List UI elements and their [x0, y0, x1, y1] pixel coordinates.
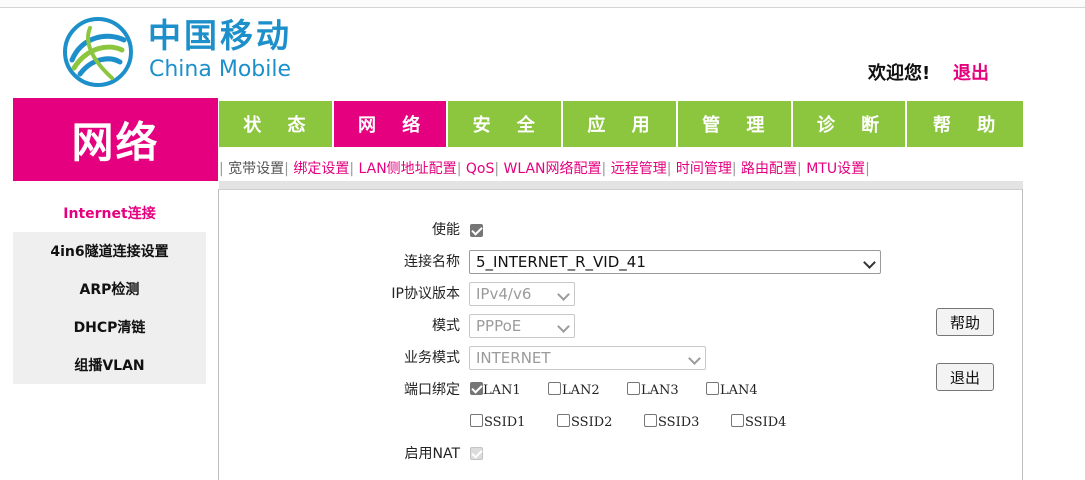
help-button[interactable]: 帮助 [936, 308, 994, 336]
lan1-label: LAN1 [483, 383, 521, 398]
lan3-checkbox[interactable] [627, 382, 640, 395]
sidebar-item-dhcp-clear[interactable]: DHCP清链 [13, 308, 206, 346]
lan3-label: LAN3 [641, 383, 679, 398]
mode-select[interactable]: PPPoE [469, 314, 575, 338]
ssid1-label: SSID1 [484, 415, 526, 430]
tab-security[interactable]: 安 全 [448, 101, 562, 147]
ip-version-label: IP协议版本 [391, 286, 460, 302]
content-panel: 使能 连接名称 5_INTERNET_R_VID_41 IP协议版本 IPv4/… [218, 189, 1023, 480]
lan4-label: LAN4 [720, 383, 758, 398]
lan2-checkbox[interactable] [548, 382, 561, 395]
subnav-qos[interactable]: QoS [466, 161, 494, 177]
subnav-mtu[interactable]: MTU设置 [806, 161, 865, 177]
subnav-broadband[interactable]: 宽带设置 [228, 161, 284, 177]
service-mode-label: 业务模式 [404, 350, 460, 366]
sidebar: Internet连接 4in6隧道连接设置 ARP检测 DHCP清链 组播VLA… [13, 194, 206, 384]
subnav-route-config[interactable]: 路由配置 [741, 161, 797, 177]
welcome-text: 欢迎您! [868, 63, 931, 84]
connection-name-value: 5_INTERNET_R_VID_41 [476, 253, 646, 271]
nat-checkbox[interactable] [470, 447, 483, 460]
content-top-bar [219, 181, 1023, 189]
sidebar-item-multicast-vlan[interactable]: 组播VLAN [13, 346, 206, 384]
ssid2-label: SSID2 [571, 415, 613, 430]
sidebar-item-4in6-tunnel[interactable]: 4in6隧道连接设置 [13, 232, 206, 270]
chevron-down-icon [557, 320, 570, 333]
tab-help[interactable]: 帮 助 [907, 101, 1024, 147]
tab-diagnostics[interactable]: 诊 断 [792, 101, 906, 147]
subnav-wlan[interactable]: WLAN网络配置 [504, 161, 602, 177]
ssid4-checkbox[interactable] [731, 414, 744, 427]
tab-network[interactable]: 网 络 [333, 101, 447, 147]
brand-name-en: China Mobile [149, 57, 292, 82]
port-binding-label: 端口绑定 [404, 382, 460, 398]
tab-management[interactable]: 管 理 [677, 101, 791, 147]
subnav-remote-management[interactable]: 远程管理 [611, 161, 667, 177]
lan4-checkbox[interactable] [706, 382, 719, 395]
china-mobile-logo-icon [63, 17, 133, 87]
subnav-time-management[interactable]: 时间管理 [676, 161, 732, 177]
ssid2-checkbox[interactable] [557, 414, 570, 427]
mode-label: 模式 [432, 318, 460, 334]
enable-checkbox[interactable] [470, 224, 483, 237]
brand-name-cn: 中国移动 [148, 16, 292, 55]
main-nav: 状 态 网 络 安 全 应 用 管 理 诊 断 帮 助 [219, 101, 1024, 147]
chevron-down-icon [863, 256, 876, 269]
subnav-binding[interactable]: 绑定设置 [293, 161, 349, 177]
sidebar-item-internet[interactable]: Internet连接 [13, 194, 206, 232]
tab-application[interactable]: 应 用 [563, 101, 676, 147]
mode-value: PPPoE [476, 317, 522, 335]
sidebar-item-arp-detect[interactable]: ARP检测 [13, 270, 206, 308]
tab-status[interactable]: 状 态 [219, 101, 332, 147]
section-title: 网络 [13, 98, 218, 181]
top-border [0, 0, 1085, 8]
nat-label: 启用NAT [404, 446, 460, 462]
sub-nav: | 宽带设置| 绑定设置| LAN侧地址配置| QoS| WLAN网络配置| 远… [219, 161, 870, 177]
service-mode-value: INTERNET [476, 349, 551, 367]
ip-version-value: IPv4/v6 [476, 285, 532, 303]
ssid3-checkbox[interactable] [644, 414, 657, 427]
ssid1-checkbox[interactable] [470, 414, 483, 427]
lan2-label: LAN2 [562, 383, 600, 398]
exit-button[interactable]: 退出 [936, 363, 994, 391]
ssid3-label: SSID3 [658, 415, 700, 430]
connection-name-select[interactable]: 5_INTERNET_R_VID_41 [469, 250, 881, 274]
connection-name-label: 连接名称 [404, 254, 460, 270]
logout-link[interactable]: 退出 [953, 62, 989, 86]
ip-version-select[interactable]: IPv4/v6 [469, 282, 575, 306]
service-mode-select[interactable]: INTERNET [469, 346, 706, 370]
chevron-down-icon [557, 288, 570, 301]
ssid4-label: SSID4 [745, 415, 787, 430]
lan1-checkbox[interactable] [470, 382, 483, 395]
subnav-lan-address[interactable]: LAN侧地址配置 [359, 161, 457, 177]
chevron-down-icon [688, 352, 701, 365]
enable-label: 使能 [432, 222, 460, 238]
